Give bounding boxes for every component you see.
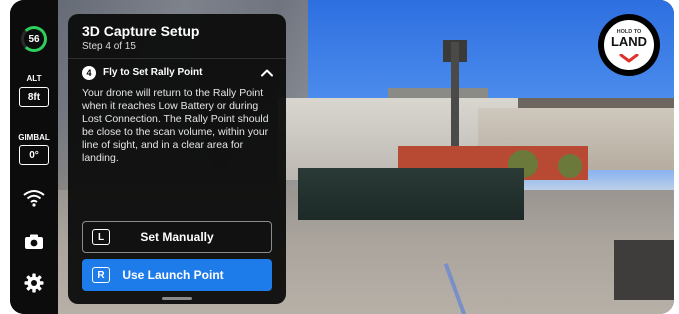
hold-to-land-button[interactable]: HOLD TO LAND bbox=[598, 14, 660, 76]
tree bbox=[558, 154, 582, 178]
set-manually-label: Set Manually bbox=[140, 230, 214, 244]
status-rail: 56 ALT 8ft GIMBAL 0° bbox=[10, 0, 58, 314]
chevron-up-icon[interactable] bbox=[260, 66, 274, 80]
camera-icon[interactable] bbox=[22, 229, 46, 253]
use-launch-point-label: Use Launch Point bbox=[122, 268, 224, 282]
altitude-value: 8ft bbox=[19, 87, 49, 107]
panel-drag-handle[interactable] bbox=[162, 297, 192, 300]
green-fence bbox=[298, 168, 524, 220]
land-button-face: HOLD TO LAND bbox=[604, 20, 654, 70]
altitude-label: ALT bbox=[26, 74, 42, 83]
shadow bbox=[614, 240, 674, 300]
gear-icon[interactable] bbox=[22, 271, 46, 295]
step-counter: Step 4 of 15 bbox=[82, 41, 136, 52]
wifi-signal-icon[interactable] bbox=[22, 186, 46, 210]
gimbal-label: GIMBAL bbox=[18, 133, 50, 142]
use-launch-point-button[interactable]: R Use Launch Point bbox=[82, 259, 272, 291]
land-label: LAND bbox=[610, 34, 648, 49]
battery-indicator: 56 bbox=[21, 26, 47, 52]
chevron-down-icon bbox=[619, 50, 639, 68]
panel-title: 3D Capture Setup bbox=[82, 23, 200, 39]
capture-setup-panel: 3D Capture Setup Step 4 of 15 4 Fly to S… bbox=[68, 14, 286, 304]
divider bbox=[68, 58, 286, 59]
set-manually-button[interactable]: L Set Manually bbox=[82, 221, 272, 253]
step-title: Fly to Set Rally Point bbox=[103, 67, 203, 78]
app-screen: 56 ALT 8ft GIMBAL 0° 3D Capture Setup St… bbox=[10, 0, 674, 314]
step-number-badge: 4 bbox=[82, 66, 96, 80]
step-description: Your drone will return to the Rally Poin… bbox=[82, 87, 269, 164]
gimbal-value: 0° bbox=[19, 145, 49, 165]
